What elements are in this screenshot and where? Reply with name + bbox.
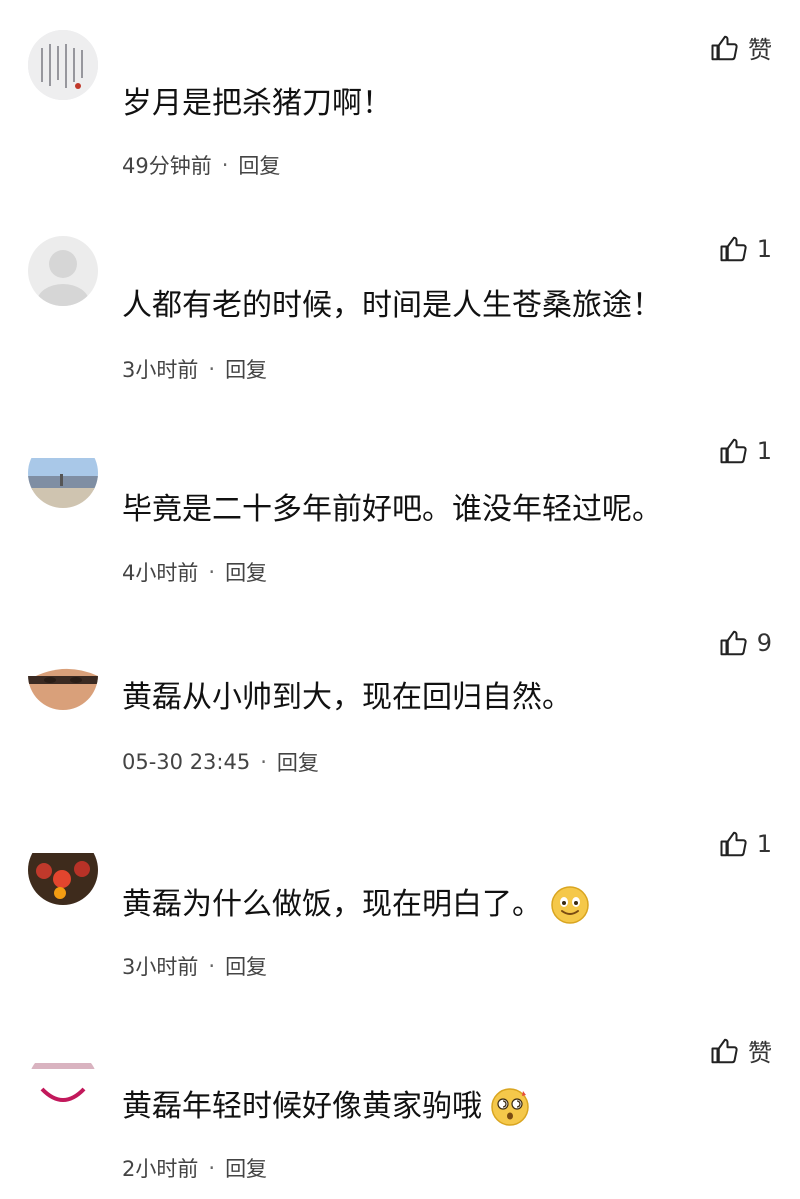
comment-meta: 3小时前 · 回复	[122, 951, 267, 981]
comment-text-label: 黄磊年轻时候好像黄家驹哦	[122, 1089, 482, 1124]
comment-text: 黄磊为什么做饭，现在明白了。	[122, 885, 590, 925]
comment-text: 毕竟是二十多年前好吧。谁没年轻过呢。	[122, 490, 662, 530]
comment-item: 1 人都有老的时候，时间是人生苍桑旅途！ 3小时前 · 回复	[0, 200, 800, 400]
like-button[interactable]: 赞	[710, 30, 772, 65]
like-button[interactable]: 1	[719, 436, 772, 466]
comment-text: 岁月是把杀猪刀啊！	[122, 84, 392, 124]
like-count: 9	[756, 629, 772, 657]
avatar[interactable]	[28, 30, 98, 100]
thumbs-up-icon	[711, 1038, 738, 1063]
avatar[interactable]	[28, 438, 98, 508]
comment-item: 赞 黄磊年轻时候好像黄家驹哦 2小时前 · 回复	[0, 1005, 800, 1199]
comment-meta: 3小时前 · 回复	[122, 354, 267, 384]
comment-item: 赞 岁月是把杀猪刀啊！ 49分钟前 · 回复	[0, 0, 800, 200]
meta-separator: ·	[208, 954, 216, 978]
reply-button[interactable]: 回复	[225, 354, 267, 384]
like-button[interactable]: 9	[719, 628, 772, 658]
like-count: 赞	[748, 1039, 772, 1067]
like-button[interactable]: 1	[719, 829, 772, 859]
comment-time: 3小时前	[122, 955, 199, 979]
reply-button[interactable]: 回复	[225, 951, 267, 981]
avatar[interactable]	[28, 835, 98, 905]
thumbs-up-icon	[720, 630, 747, 656]
thumbs-up-icon	[711, 35, 738, 60]
calligraphy-avatar-image	[28, 30, 98, 100]
avatar[interactable]	[28, 236, 98, 306]
avatar[interactable]	[28, 1049, 98, 1119]
avatar-image	[28, 1049, 98, 1119]
comment-meta: 05-30 23:45 · 回复	[122, 747, 319, 777]
dizzy-face-icon	[491, 1088, 529, 1126]
comment-meta: 49分钟前 · 回复	[122, 150, 280, 180]
meta-separator: ·	[221, 153, 229, 177]
meta-separator: ·	[208, 560, 216, 584]
reply-button[interactable]: 回复	[225, 1153, 267, 1183]
comment-item: 9 黄磊从小帅到大，现在回归自然。 05-30 23:45 · 回复	[0, 600, 800, 805]
thumbs-up-icon	[720, 236, 747, 262]
avatar-image	[28, 236, 98, 306]
meta-separator: ·	[208, 1156, 216, 1180]
like-button[interactable]: 1	[719, 234, 772, 264]
meta-separator: ·	[208, 357, 216, 381]
comment-time: 3小时前	[122, 358, 199, 382]
thumbs-up-icon	[720, 438, 747, 464]
comment-time: 05-30 23:45	[122, 750, 251, 774]
comment-time: 2小时前	[122, 1157, 199, 1181]
comment-meta: 4小时前 · 回复	[122, 557, 267, 587]
thumbs-up-icon	[720, 831, 747, 857]
reply-button[interactable]: 回复	[225, 557, 267, 587]
comment-text-label: 黄磊从小帅到大，现在回归自然。	[122, 680, 572, 715]
smiling-face-icon	[551, 886, 589, 924]
comment-meta: 2小时前 · 回复	[122, 1153, 267, 1183]
meta-separator: ·	[260, 750, 267, 774]
like-count: 1	[756, 830, 772, 858]
like-count: 赞	[748, 36, 772, 64]
like-button[interactable]: 赞	[710, 1033, 772, 1068]
face-avatar-image	[28, 640, 98, 710]
comment-item: 1 黄磊为什么做饭，现在明白了。 3小时前 · 回复	[0, 805, 800, 1005]
comment-text: 人都有老的时候，时间是人生苍桑旅途！	[122, 286, 662, 326]
comment-item: 1 毕竟是二十多年前好吧。谁没年轻过呢。 4小时前 · 回复	[0, 400, 800, 600]
like-count: 1	[756, 235, 772, 263]
comment-text-label: 毕竟是二十多年前好吧。谁没年轻过呢。	[122, 492, 662, 527]
comment-text-label: 黄磊为什么做饭，现在明白了。	[122, 887, 542, 922]
flower-avatar-image	[28, 835, 98, 905]
reply-button[interactable]: 回复	[238, 150, 280, 180]
avatar[interactable]	[28, 640, 98, 710]
comment-text: 黄磊从小帅到大，现在回归自然。	[122, 678, 572, 718]
comment-time: 4小时前	[122, 561, 199, 585]
comment-text-label: 岁月是把杀猪刀啊！	[122, 86, 392, 121]
comment-text-label: 人都有老的时候，时间是人生苍桑旅途！	[122, 288, 662, 323]
landscape-avatar-image	[28, 438, 98, 508]
comment-text: 黄磊年轻时候好像黄家驹哦	[122, 1087, 530, 1127]
reply-button[interactable]: 回复	[277, 747, 319, 777]
like-count: 1	[756, 437, 772, 465]
comment-time: 49分钟前	[122, 154, 212, 178]
